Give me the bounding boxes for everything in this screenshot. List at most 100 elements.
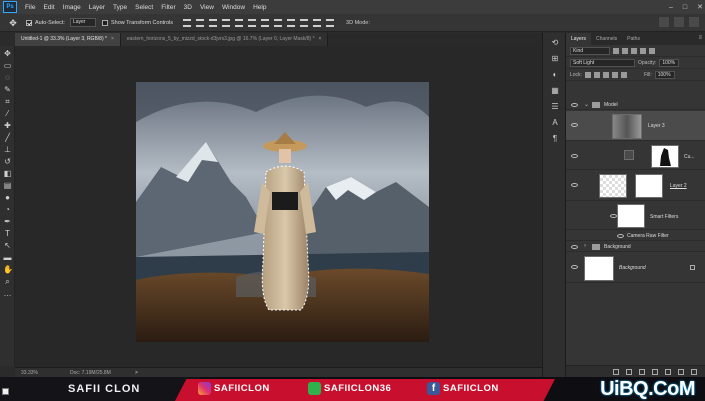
zoom-tool-icon[interactable]: ⌕ — [3, 277, 12, 286]
layer-style-icon[interactable] — [626, 368, 632, 375]
healing-brush-tool-icon[interactable]: ✚ — [3, 121, 12, 130]
distribute-vcenter-icon[interactable] — [274, 18, 283, 27]
new-layer-icon[interactable] — [678, 368, 684, 375]
layer-group-background[interactable]: › Background — [566, 242, 705, 252]
kind-filter-dropdown[interactable]: Kind — [570, 46, 610, 55]
lasso-tool-icon[interactable]: ◌ — [3, 73, 12, 82]
blur-tool-icon[interactable]: ● — [3, 193, 12, 202]
lock-position-icon[interactable] — [602, 71, 609, 78]
tab-paths[interactable]: Paths — [622, 33, 645, 45]
new-adjustment-icon[interactable] — [652, 368, 658, 375]
layer-camera-raw-filter[interactable]: Camera Raw Filter — [566, 231, 705, 241]
eyedropper-tool-icon[interactable]: ⁄ — [3, 109, 12, 118]
align-right-icon[interactable] — [248, 18, 257, 27]
align-bottom-icon[interactable] — [209, 18, 218, 27]
layer-layer-3[interactable]: Layer 3 — [566, 111, 705, 141]
menu-view[interactable]: View — [196, 4, 218, 11]
distribute-bottom-icon[interactable] — [287, 18, 296, 27]
tab-channels[interactable]: Channels — [591, 33, 622, 45]
marquee-tool-icon[interactable]: ▭ — [3, 61, 12, 70]
lock-image-icon[interactable] — [593, 71, 600, 78]
hand-tool-icon[interactable]: ✋ — [3, 265, 13, 274]
visibility-eye-icon[interactable] — [610, 214, 617, 218]
delete-layer-icon[interactable] — [691, 368, 697, 375]
more-tools-icon[interactable]: … — [3, 289, 12, 298]
panel-menu-icon[interactable]: ≡ — [698, 35, 702, 41]
distribute-left-icon[interactable] — [300, 18, 309, 27]
menu-file[interactable]: File — [21, 4, 39, 11]
visibility-eye-icon[interactable] — [617, 234, 624, 238]
align-hcenter-icon[interactable] — [235, 18, 244, 27]
pixel-filter-icon[interactable] — [613, 47, 619, 54]
visibility-eye-icon[interactable] — [571, 265, 578, 269]
visibility-eye-icon[interactable] — [571, 103, 578, 107]
maximize-button[interactable]: □ — [683, 4, 687, 11]
history-icon[interactable]: ⟲ — [550, 38, 560, 48]
layer-background[interactable]: Background — [566, 253, 705, 283]
share-icon[interactable] — [689, 17, 699, 27]
blend-mode-dropdown[interactable]: Soft Light — [570, 58, 635, 67]
visibility-eye-icon[interactable] — [571, 183, 578, 187]
history-brush-tool-icon[interactable]: ↺ — [3, 157, 12, 166]
close-icon[interactable]: × — [319, 36, 322, 42]
new-group-icon[interactable] — [665, 368, 671, 375]
menu-filter[interactable]: Filter — [157, 4, 179, 11]
align-top-icon[interactable] — [183, 18, 192, 27]
show-transform-checkbox[interactable] — [101, 19, 108, 26]
move-tool-icon[interactable]: ✥ — [3, 49, 12, 58]
search-icon[interactable] — [659, 17, 669, 27]
align-left-icon[interactable] — [222, 18, 231, 27]
auto-select-checkbox[interactable] — [26, 19, 32, 26]
document-canvas[interactable] — [136, 82, 429, 342]
quick-select-tool-icon[interactable]: ✎ — [3, 85, 12, 94]
visibility-eye-icon[interactable] — [571, 123, 578, 127]
path-select-tool-icon[interactable]: ↖ — [3, 241, 12, 250]
auto-select-target-dropdown[interactable]: Layer — [69, 18, 96, 27]
close-button[interactable]: ✕ — [697, 3, 703, 11]
menu-select[interactable]: Select — [131, 4, 157, 11]
character-icon[interactable]: A — [550, 118, 560, 128]
adjustment-filter-icon[interactable] — [622, 47, 628, 54]
tab-untitled-1[interactable]: Untitled-1 @ 33.3% (Layer 3, RGB/8) * × — [15, 33, 121, 46]
menu-layer[interactable]: Layer — [85, 4, 109, 11]
distribute-hcenter-icon[interactable] — [313, 18, 322, 27]
visibility-eye-icon[interactable] — [571, 154, 578, 158]
menu-image[interactable]: Image — [59, 4, 85, 11]
shape-filter-icon[interactable] — [640, 47, 646, 54]
layer-layer-2[interactable]: Layer 2 — [566, 171, 705, 201]
pen-tool-icon[interactable]: ✒ — [3, 217, 12, 226]
foreground-color-swatch[interactable] — [2, 388, 9, 395]
clone-stamp-tool-icon[interactable]: ⊥ — [3, 145, 12, 154]
menu-3d[interactable]: 3D — [180, 4, 196, 11]
lock-artboard-icon[interactable] — [611, 71, 618, 78]
distribute-top-icon[interactable] — [261, 18, 270, 27]
chevron-down-icon[interactable]: ⌄ — [584, 101, 589, 108]
align-vcenter-icon[interactable] — [196, 18, 205, 27]
lock-transparent-icon[interactable] — [584, 71, 591, 78]
type-tool-icon[interactable]: T — [3, 229, 12, 238]
gradient-tool-icon[interactable]: ▤ — [3, 181, 12, 190]
menu-help[interactable]: Help — [249, 4, 270, 11]
properties-icon[interactable]: ⊞ — [550, 54, 560, 64]
menu-window[interactable]: Window — [218, 4, 249, 11]
menu-type[interactable]: Type — [109, 4, 131, 11]
swatches-icon[interactable]: ▦ — [550, 86, 560, 96]
visibility-eye-icon[interactable] — [571, 245, 578, 249]
smart-object-filter-icon[interactable] — [649, 47, 655, 54]
menu-edit[interactable]: Edit — [39, 4, 58, 11]
adjustments-icon[interactable]: ◐ — [550, 70, 560, 80]
eraser-tool-icon[interactable]: ◧ — [3, 169, 12, 178]
tab-layers[interactable]: Layers — [566, 33, 592, 45]
libraries-icon[interactable]: ☰ — [550, 102, 560, 112]
minimize-button[interactable]: – — [669, 4, 673, 11]
layer-smart-filters[interactable]: Smart Filters — [566, 202, 705, 230]
shape-tool-icon[interactable]: ▬ — [3, 253, 12, 262]
chevron-right-icon[interactable]: › — [584, 243, 586, 249]
close-icon[interactable]: × — [111, 36, 114, 42]
workspace-icon[interactable] — [674, 17, 684, 27]
type-filter-icon[interactable] — [631, 47, 637, 54]
add-mask-icon[interactable] — [639, 368, 645, 375]
fill-input[interactable]: 100% — [654, 70, 675, 79]
move-tool-icon[interactable]: ✥ — [6, 17, 20, 29]
distribute-right-icon[interactable] — [326, 18, 335, 27]
